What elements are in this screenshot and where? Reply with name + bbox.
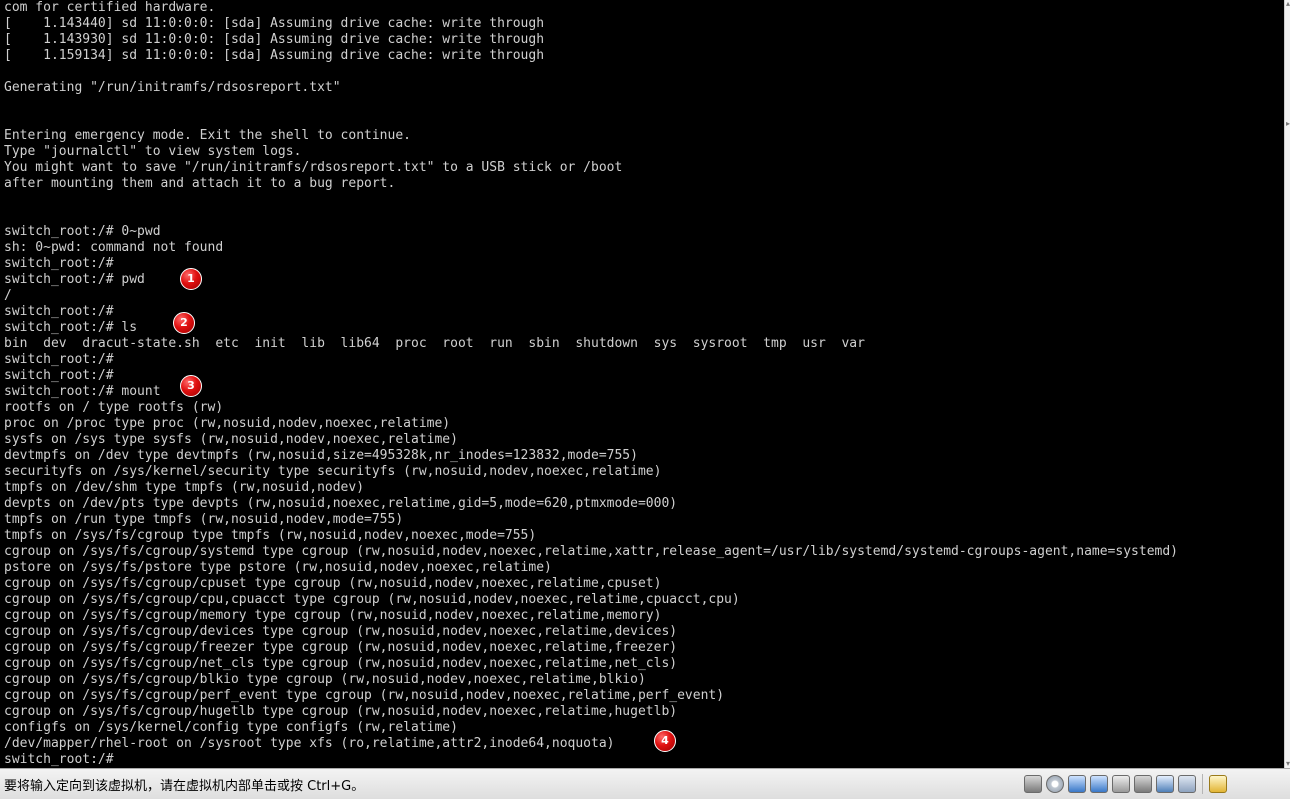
- display-icon[interactable]: [1178, 775, 1196, 793]
- annotation-marker-4: 4: [654, 730, 676, 752]
- device-tray: [1024, 772, 1227, 796]
- scroll-thumb-icon[interactable]: ▸: [1285, 120, 1290, 128]
- tray-divider: [1202, 774, 1203, 794]
- sound-card-icon[interactable]: [1156, 775, 1174, 793]
- scroll-up-icon[interactable]: ▴: [1285, 0, 1290, 8]
- printer-icon[interactable]: [1134, 775, 1152, 793]
- network-adapter-icon[interactable]: [1090, 775, 1108, 793]
- cd-drive-icon[interactable]: [1046, 775, 1064, 793]
- message-icon[interactable]: [1209, 775, 1227, 793]
- hard-disk-icon[interactable]: [1024, 775, 1042, 793]
- network-adapter-icon[interactable]: [1068, 775, 1086, 793]
- annotation-marker-1: 1: [180, 268, 202, 290]
- usb-device-icon[interactable]: [1112, 775, 1130, 793]
- status-bar: 要将输入定向到该虚拟机，请在虚拟机内部单击或按 Ctrl+G。: [0, 768, 1290, 799]
- console-scrollbar[interactable]: ▴ ▸ ▾: [1284, 0, 1290, 768]
- scroll-down-icon[interactable]: ▾: [1285, 760, 1290, 768]
- input-redirect-hint: 要将输入定向到该虚拟机，请在虚拟机内部单击或按 Ctrl+G。: [4, 779, 365, 794]
- annotation-marker-2: 2: [173, 312, 195, 334]
- annotation-marker-3: 3: [180, 375, 202, 397]
- vm-window: com for certified hardware. [ 1.143440] …: [0, 0, 1290, 799]
